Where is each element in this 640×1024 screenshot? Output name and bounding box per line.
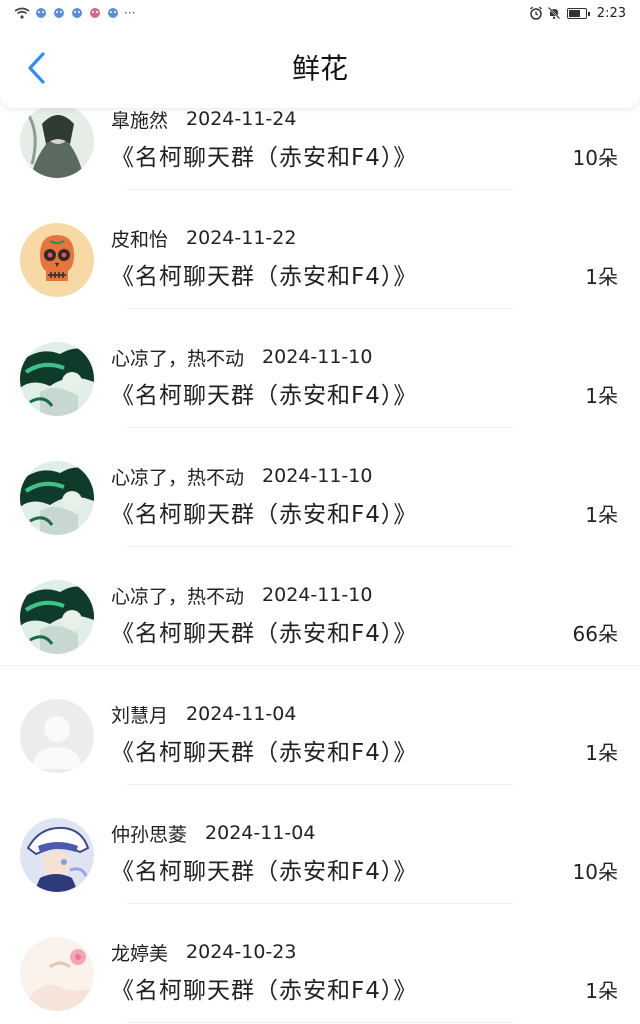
sender-name: 心凉了，热不动 bbox=[111, 466, 245, 489]
list-item[interactable]: 龙婷美 2024-10-23 《名柯聊天群（赤安和F4）》 1朵 bbox=[0, 904, 640, 1023]
back-button[interactable] bbox=[16, 48, 56, 88]
sender-meta: 仲孙思菱 2024-11-04 bbox=[111, 821, 316, 846]
flower-count: 10朵 bbox=[572, 860, 618, 884]
status-bar: ··· 2:23 bbox=[0, 0, 640, 26]
sender-meta: 心凉了，热不动 2024-11-10 bbox=[111, 583, 373, 608]
sent-date: 2024-11-10 bbox=[262, 584, 373, 606]
flower-count: 66朵 bbox=[572, 622, 618, 646]
sent-date: 2024-11-22 bbox=[186, 227, 297, 249]
list-item[interactable]: 皮和怡 2024-11-22 《名柯聊天群（赤安和F4）》 1朵 bbox=[0, 190, 640, 309]
group-name: 《名柯聊天群（赤安和F4）》 bbox=[111, 264, 418, 290]
status-time: 2:23 bbox=[596, 5, 626, 21]
sender-meta: 刘慧月 2024-11-04 bbox=[111, 702, 297, 727]
group-name: 《名柯聊天群（赤安和F4）》 bbox=[111, 383, 418, 409]
sender-meta: 皮和怡 2024-11-22 bbox=[111, 226, 297, 251]
app-header: 鲜花 bbox=[0, 26, 640, 108]
sent-date: 2024-11-10 bbox=[262, 346, 373, 368]
sender-name: 龙婷美 bbox=[111, 942, 169, 965]
avatar[interactable] bbox=[20, 699, 94, 773]
avatar[interactable] bbox=[20, 580, 94, 654]
flower-count: 1朵 bbox=[585, 265, 618, 289]
avatar[interactable] bbox=[20, 818, 94, 892]
chevron-left-icon bbox=[28, 52, 45, 84]
avatar[interactable] bbox=[20, 342, 94, 416]
flower-count: 1朵 bbox=[585, 979, 618, 1003]
list-item[interactable]: 仲孙思菱 2024-11-04 《名柯聊天群（赤安和F4）》 10朵 bbox=[0, 785, 640, 904]
battery-icon bbox=[566, 7, 590, 19]
page-title: 鲜花 bbox=[291, 52, 348, 85]
sender-name: 心凉了，热不动 bbox=[111, 347, 245, 370]
group-name: 《名柯聊天群（赤安和F4）》 bbox=[111, 621, 418, 647]
group-name: 《名柯聊天群（赤安和F4）》 bbox=[111, 502, 418, 528]
wifi-icon bbox=[14, 7, 30, 19]
sender-name: 皐施然 bbox=[111, 109, 169, 132]
avatar[interactable] bbox=[20, 937, 94, 1011]
mute-icon bbox=[547, 6, 561, 20]
sender-name: 心凉了，热不动 bbox=[111, 585, 245, 608]
app-notification-icon bbox=[90, 8, 100, 18]
sent-date: 2024-11-04 bbox=[186, 703, 297, 725]
avatar[interactable] bbox=[20, 104, 94, 178]
flower-count: 1朵 bbox=[585, 503, 618, 527]
group-name: 《名柯聊天群（赤安和F4）》 bbox=[111, 145, 418, 171]
sender-name: 皮和怡 bbox=[111, 228, 169, 251]
flower-count: 1朵 bbox=[585, 741, 618, 765]
more-icon: ··· bbox=[124, 6, 136, 20]
group-name: 《名柯聊天群（赤安和F4）》 bbox=[111, 740, 418, 766]
app-notification-icon bbox=[36, 8, 46, 18]
status-right: 2:23 bbox=[529, 6, 626, 21]
flower-count: 10朵 bbox=[572, 146, 618, 170]
list-item[interactable]: 刘慧月 2024-11-04 《名柯聊天群（赤安和F4）》 1朵 bbox=[0, 666, 640, 785]
sender-name: 仲孙思菱 bbox=[111, 823, 188, 846]
alarm-icon bbox=[529, 6, 542, 20]
status-left: ··· bbox=[14, 7, 135, 19]
list-item[interactable]: 心凉了，热不动 2024-11-10 《名柯聊天群（赤安和F4）》 1朵 bbox=[0, 309, 640, 428]
sender-meta: 心凉了，热不动 2024-11-10 bbox=[111, 464, 373, 489]
list-item[interactable]: 心凉了，热不动 2024-11-10 《名柯聊天群（赤安和F4）》 1朵 bbox=[0, 428, 640, 547]
sent-date: 2024-10-23 bbox=[186, 941, 297, 963]
list-item[interactable]: 心凉了，热不动 2024-11-10 《名柯聊天群（赤安和F4）》 66朵 bbox=[0, 547, 640, 666]
app-notification-icon bbox=[72, 8, 82, 18]
sender-meta: 皐施然 2024-11-24 bbox=[111, 107, 297, 132]
sender-meta: 龙婷美 2024-10-23 bbox=[111, 940, 297, 965]
sender-meta: 心凉了，热不动 2024-11-10 bbox=[111, 345, 373, 370]
sent-date: 2024-11-10 bbox=[262, 465, 373, 487]
flower-count: 1朵 bbox=[585, 384, 618, 408]
flower-record-list[interactable]: 皐施然 2024-11-24 《名柯聊天群（赤安和F4）》 10朵 皮和怡 2024-1… bbox=[0, 71, 640, 1023]
avatar[interactable] bbox=[20, 223, 94, 297]
sent-date: 2024-11-24 bbox=[186, 108, 297, 130]
avatar[interactable] bbox=[20, 461, 94, 535]
group-name: 《名柯聊天群（赤安和F4）》 bbox=[111, 859, 418, 885]
sender-name: 刘慧月 bbox=[111, 704, 169, 727]
app-notification-icon bbox=[108, 8, 118, 18]
row-divider bbox=[126, 1022, 514, 1023]
app-notification-icon bbox=[54, 8, 64, 18]
sent-date: 2024-11-04 bbox=[205, 822, 316, 844]
group-name: 《名柯聊天群（赤安和F4）》 bbox=[111, 978, 418, 1004]
